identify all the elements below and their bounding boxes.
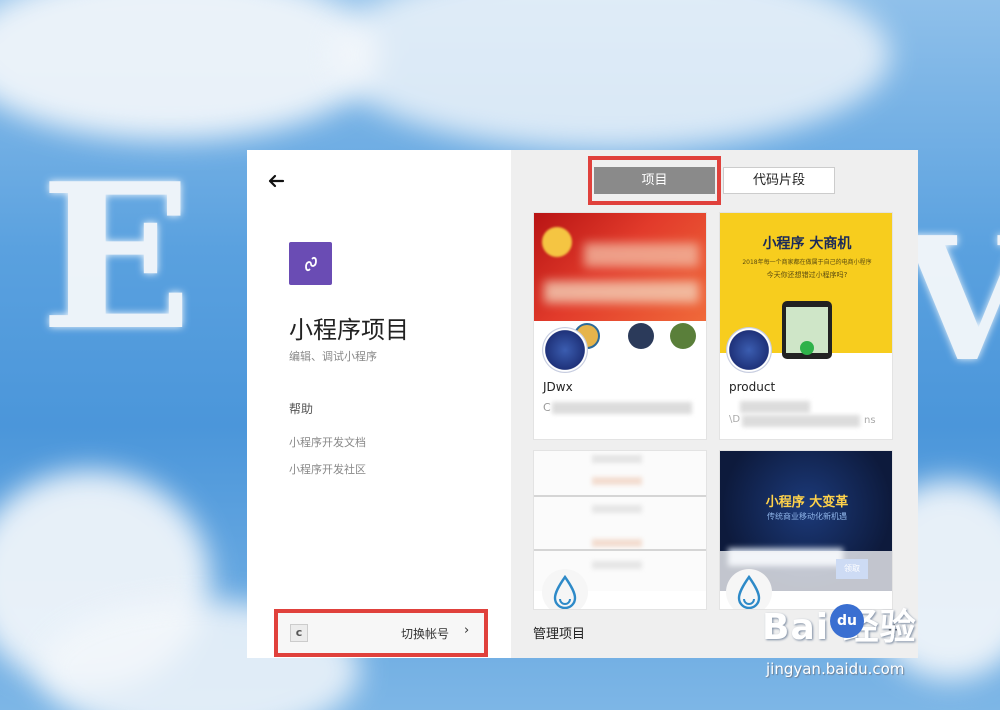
arrow-left-icon[interactable]	[267, 172, 285, 190]
background-letter: E	[40, 140, 193, 375]
banner-title: 小程序 大商机	[762, 236, 852, 252]
leaf-icon	[670, 323, 696, 349]
project-card[interactable]: 小程序 大变革 传统商业移动化新机遇 领取	[719, 450, 893, 610]
page-title: 小程序项目	[289, 316, 409, 344]
switch-account-label: 切换帐号	[401, 627, 450, 641]
project-desc: C	[543, 401, 551, 414]
blurred-text	[740, 401, 810, 413]
page-subtitle: 编辑、调试小程序	[289, 350, 377, 363]
project-desc-tail: ns	[864, 415, 876, 426]
project-avatar	[542, 327, 588, 373]
droplet-logo-icon	[542, 569, 588, 609]
project-banner	[534, 213, 706, 321]
banner-title: 小程序 大变革	[765, 495, 849, 510]
phone-icon	[782, 301, 832, 359]
project-card[interactable]: JDwx C	[533, 212, 707, 440]
avatar: c	[290, 624, 308, 642]
emblem-icon	[542, 227, 572, 257]
blurred-text	[584, 243, 699, 267]
help-heading: 帮助	[289, 402, 314, 416]
manage-projects-button[interactable]: 管理项目	[533, 623, 585, 642]
banner-text: 今天你还想错过小程序吗?	[766, 271, 848, 279]
project-name: JDwx	[543, 380, 573, 394]
switch-account-button[interactable]: c 切换帐号 ›	[274, 609, 488, 657]
project-avatar	[726, 327, 772, 373]
gauge-icon	[628, 323, 654, 349]
watermark-site: jingyan.baidu.com	[766, 660, 905, 678]
tab-code-snippets[interactable]: 代码片段	[723, 167, 835, 194]
left-panel: 小程序项目 编辑、调试小程序 帮助 小程序开发文档 小程序开发社区 c 切换帐号…	[247, 150, 511, 658]
blurred-text	[552, 402, 692, 414]
project-dialog: 小程序项目 编辑、调试小程序 帮助 小程序开发文档 小程序开发社区 c 切换帐号…	[247, 150, 918, 658]
project-desc: \D	[729, 414, 741, 425]
tab-projects[interactable]: 项目	[594, 167, 715, 194]
cloud	[0, 0, 380, 140]
project-card[interactable]: 小程序 大商机 2018年每一个商家都在做属于自己的电商小程序 今天你还想错过小…	[719, 212, 893, 440]
paw-icon: du	[830, 604, 864, 638]
project-name: product	[729, 380, 776, 394]
cloud	[330, 0, 890, 150]
banner-text: 传统商业移动化新机遇	[767, 512, 847, 521]
baidu-watermark: Bai 经验 du jingyan.baidu.com	[762, 598, 917, 678]
blurred-text	[742, 415, 860, 427]
mini-program-logo-icon	[289, 242, 332, 285]
right-panel: 项目 代码片段 JDwx C 小程序 大商机 2018年每一个商家都在做属于自己…	[511, 150, 918, 658]
dev-community-link[interactable]: 小程序开发社区	[289, 461, 366, 477]
project-card[interactable]	[533, 450, 707, 610]
chevron-right-icon: ›	[464, 623, 470, 638]
dev-docs-link[interactable]: 小程序开发文档	[289, 434, 366, 450]
blurred-text	[544, 281, 699, 303]
banner-text: 2018年每一个商家都在做属于自己的电商小程序	[742, 259, 872, 266]
